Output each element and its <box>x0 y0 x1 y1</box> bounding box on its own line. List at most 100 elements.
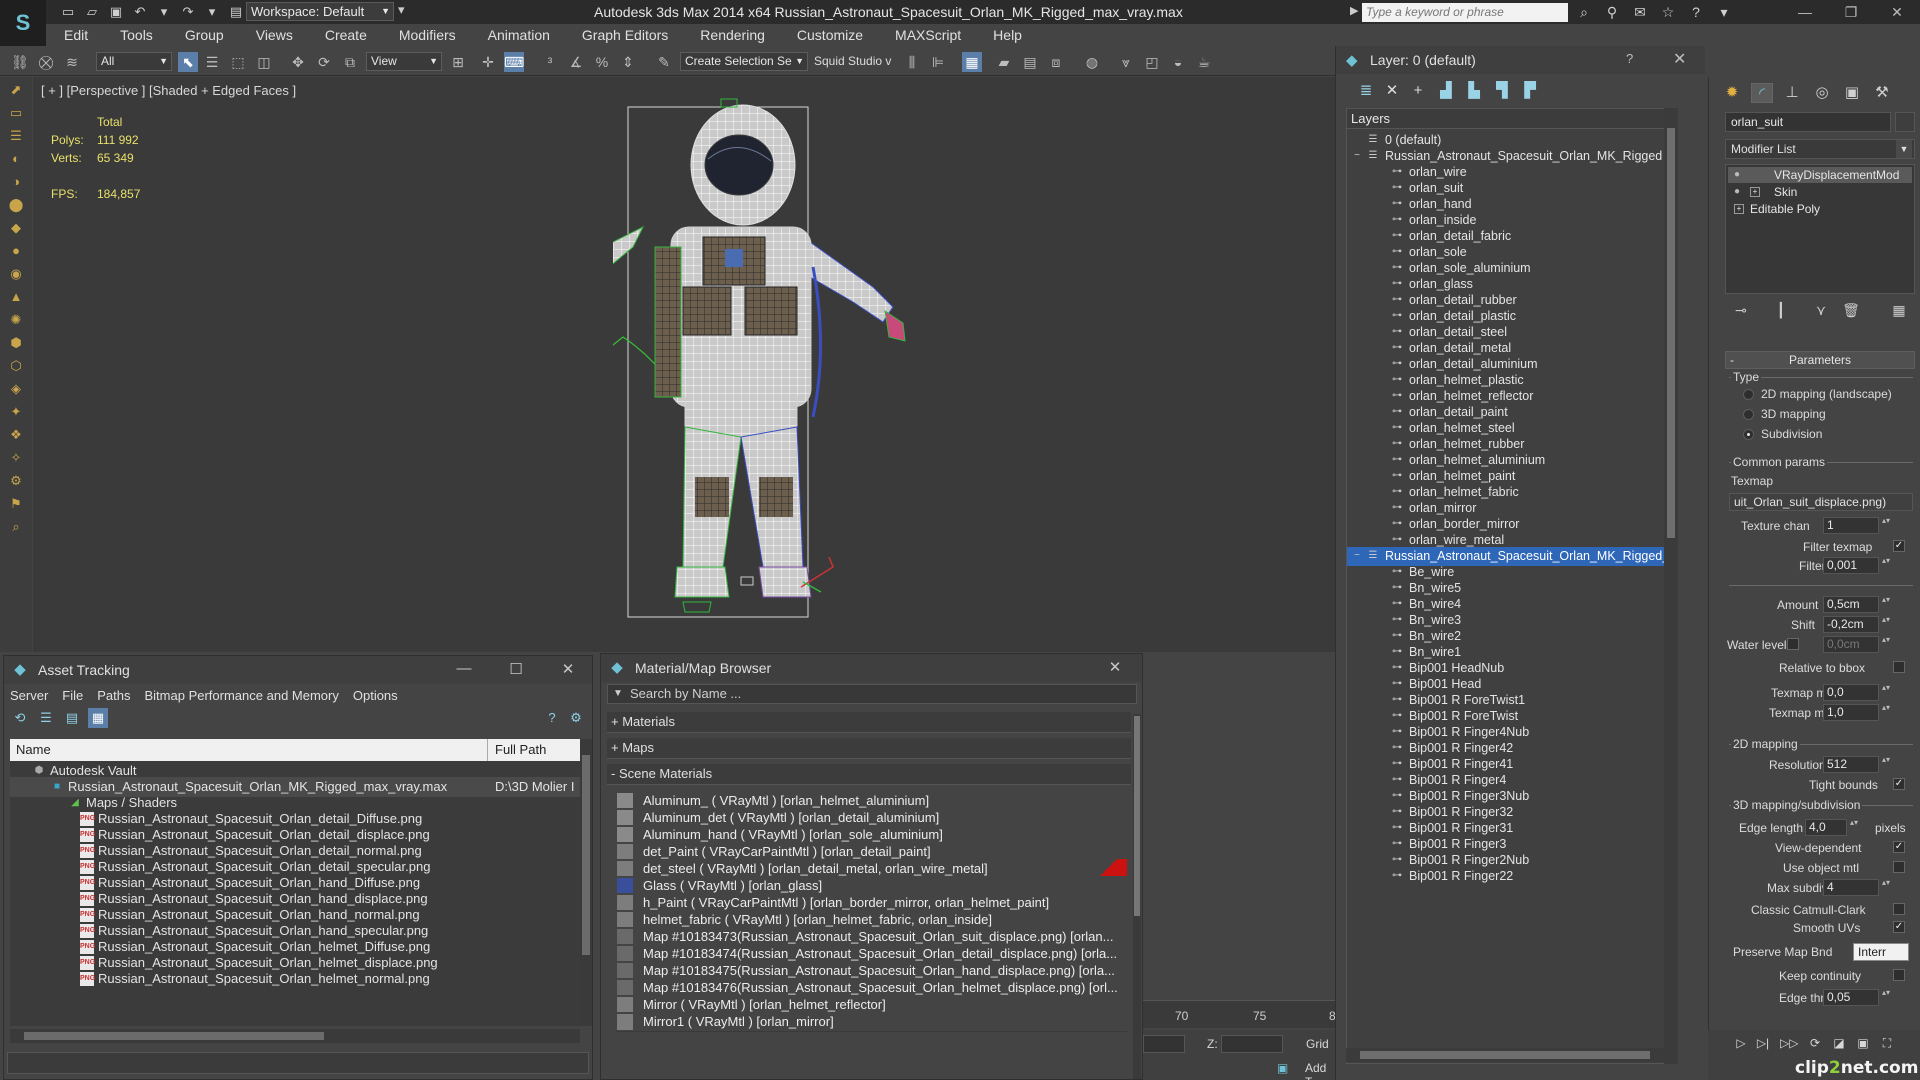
mirror-icon[interactable]: ⫼ <box>902 52 922 72</box>
asset-menu-paths[interactable]: Paths <box>97 688 130 703</box>
collapse-icon[interactable]: − <box>1351 550 1363 562</box>
display-tab-icon[interactable]: ▣ <box>1841 83 1863 103</box>
table-view-icon[interactable]: ▦ <box>88 708 108 728</box>
undo-dropdown-icon[interactable]: ▾ <box>154 2 174 22</box>
show-end-result-icon[interactable]: ┃ <box>1771 302 1791 322</box>
modify-tab-icon[interactable]: ◜ <box>1751 83 1773 103</box>
list-view-icon[interactable]: ☰ <box>36 708 56 728</box>
strip-tool-14-icon[interactable]: ◈ <box>6 379 26 399</box>
squid-studio-label[interactable]: Squid Studio v <box>814 54 891 68</box>
strip-tool-2-icon[interactable]: ▭ <box>6 103 26 123</box>
asset-menu-file[interactable]: File <box>62 688 83 703</box>
strip-tool-15-icon[interactable]: ✦ <box>6 402 26 422</box>
astronaut-model[interactable] <box>613 97 943 637</box>
render-production-icon[interactable]: ◒ <box>1168 52 1188 72</box>
tight-bounds-checkbox[interactable]: ✓ <box>1893 778 1905 790</box>
snaps-toggle-icon[interactable]: ³ <box>540 52 560 72</box>
amount-spinner[interactable]: 0,5cm <box>1823 596 1890 613</box>
undo-icon[interactable]: ↶ <box>130 2 150 22</box>
texmap-button[interactable]: uit_Orlan_suit_displace.png) <box>1729 493 1913 511</box>
spinner-snap-icon[interactable]: ⇕ <box>618 52 638 72</box>
select-rotate-icon[interactable]: ⟳ <box>314 52 334 72</box>
set-active-layer-icon[interactable]: ▜ <box>1492 81 1512 101</box>
column-path-header[interactable]: Full Path <box>495 742 546 757</box>
minimize-icon[interactable]: — <box>1782 0 1828 24</box>
menu-item-create[interactable]: Create <box>325 27 367 43</box>
modifier-list-dropdown[interactable]: Modifier List ▼ <box>1725 139 1915 159</box>
asset-menu-bitmap-performance-and-memory[interactable]: Bitmap Performance and Memory <box>145 688 339 703</box>
section-scene-materials[interactable]: - Scene Materials <box>607 764 1131 785</box>
hierarchy-tab-icon[interactable]: ⊥ <box>1781 83 1803 103</box>
asset-help-icon[interactable]: ? <box>542 708 562 728</box>
render-setup-icon[interactable]: ⩔ <box>1116 52 1136 72</box>
strip-tool-10-icon[interactable]: ▲ <box>6 287 26 307</box>
add-time-tag-label[interactable]: Add T <box>1305 1061 1335 1080</box>
strip-tool-1-icon[interactable]: ⬈ <box>6 80 26 100</box>
go-to-end-icon[interactable]: ▷▷ <box>1780 1036 1798 1054</box>
app-menu-button[interactable]: S <box>0 0 46 46</box>
asset-horizontal-scrollbar[interactable] <box>10 1029 580 1043</box>
radio-3d-mapping[interactable] <box>1743 409 1754 420</box>
project-folder-icon[interactable]: ▤ <box>226 2 246 22</box>
strip-tool-6-icon[interactable]: ⬤ <box>6 195 26 215</box>
layer-explorer-menu-icon[interactable]: ≣ <box>1356 81 1376 101</box>
radio-subdivision[interactable] <box>1743 429 1754 440</box>
scene-explorer-icon[interactable]: ▦ <box>962 52 982 72</box>
create-tab-icon[interactable]: ✹ <box>1721 83 1743 103</box>
new-file-icon[interactable]: ▭ <box>58 2 78 22</box>
water-level-checkbox[interactable] <box>1787 638 1799 650</box>
asset-row[interactable]: PNG Russian_Astronaut_Spacesuit_Orlan_hel… <box>10 969 580 989</box>
reference-coordinate-dropdown[interactable]: View ▼ <box>366 52 442 71</box>
menu-item-customize[interactable]: Customize <box>797 27 863 43</box>
restore-icon[interactable]: ❐ <box>1828 0 1874 24</box>
collapse-icon[interactable]: − <box>1351 150 1363 162</box>
open-file-icon[interactable]: ▱ <box>82 2 102 22</box>
strip-tool-7-icon[interactable]: ◆ <box>6 218 26 238</box>
search-expand-icon[interactable]: ▶ <box>1350 4 1358 17</box>
strip-tool-5-icon[interactable]: ◑ <box>6 172 26 192</box>
edit-named-selection-icon[interactable]: ✎ <box>654 52 674 72</box>
light-bulb-icon[interactable]: ● <box>1734 167 1740 183</box>
smooth-uvs-checkbox[interactable]: ✓ <box>1893 921 1905 933</box>
object-color-swatch[interactable] <box>1895 112 1915 132</box>
catmull-clark-checkbox[interactable] <box>1893 903 1905 915</box>
menu-item-tools[interactable]: Tools <box>120 27 153 43</box>
stack-item-skin[interactable]: ● + Skin <box>1728 184 1912 200</box>
strip-tool-20-icon[interactable]: ⌕ <box>6 517 26 537</box>
resolution-spinner[interactable]: 512 <box>1823 756 1890 773</box>
strip-tool-16-icon[interactable]: ❖ <box>6 425 26 445</box>
filter-blur-spinner[interactable]: 0,001 <box>1823 557 1890 574</box>
radio-2d-mapping[interactable] <box>1743 389 1754 400</box>
texmap-max-spinner[interactable]: 1,0 <box>1823 704 1890 721</box>
layer-vertical-scrollbar[interactable] <box>1664 108 1678 1064</box>
section-maps[interactable]: + Maps <box>607 738 1131 759</box>
asset-menu-server[interactable]: Server <box>10 688 48 703</box>
strip-tool-3-icon[interactable]: ☰ <box>6 126 26 146</box>
rectangular-selection-icon[interactable]: ⬚ <box>228 52 248 72</box>
strip-tool-11-icon[interactable]: ✺ <box>6 310 26 330</box>
minimize-icon[interactable]: — <box>438 660 490 678</box>
favorites-star-icon[interactable]: ☆ <box>1658 2 1678 22</box>
utilities-tab-icon[interactable]: ⚒ <box>1871 83 1893 103</box>
orbit-icon[interactable]: ⟳ <box>1806 1036 1824 1054</box>
time-tag-icon[interactable]: ▣ <box>1277 1061 1288 1075</box>
close-icon[interactable]: ✕ <box>1089 658 1141 676</box>
search-options-icon[interactable]: ▼ <box>613 685 623 703</box>
help-icon[interactable]: ? <box>1626 51 1633 66</box>
pin-stack-icon[interactable]: ⊸ <box>1731 302 1751 322</box>
strip-tool-4-icon[interactable]: ◐ <box>6 149 26 169</box>
maximize-viewport-icon[interactable]: ⛶ <box>1878 1036 1896 1054</box>
angle-snap-icon[interactable]: ∡ <box>566 52 586 72</box>
menu-item-modifiers[interactable]: Modifiers <box>399 27 456 43</box>
filter-texmap-checkbox[interactable]: ✓ <box>1893 540 1905 552</box>
align-icon[interactable]: ⊫ <box>928 52 948 72</box>
selection-filter-dropdown[interactable]: All ▼ <box>96 52 172 71</box>
layer-object-row[interactable]: ⊶ Bip001 R Finger22 <box>1347 867 1671 886</box>
perspective-viewport[interactable]: [ + ] [Perspective ] [Shaded + Edged Fac… <box>33 77 1335 652</box>
layers-column-header[interactable]: Layers <box>1347 109 1671 129</box>
material-browser-titlebar[interactable]: ◆ Material/Map Browser ✕ <box>601 654 1142 682</box>
maximize-icon[interactable]: ☐ <box>490 660 542 678</box>
refresh-icon[interactable]: ⟲ <box>10 708 30 728</box>
water-level-spinner[interactable]: 0,0cm <box>1823 636 1890 653</box>
percent-snap-icon[interactable]: % <box>592 52 612 72</box>
